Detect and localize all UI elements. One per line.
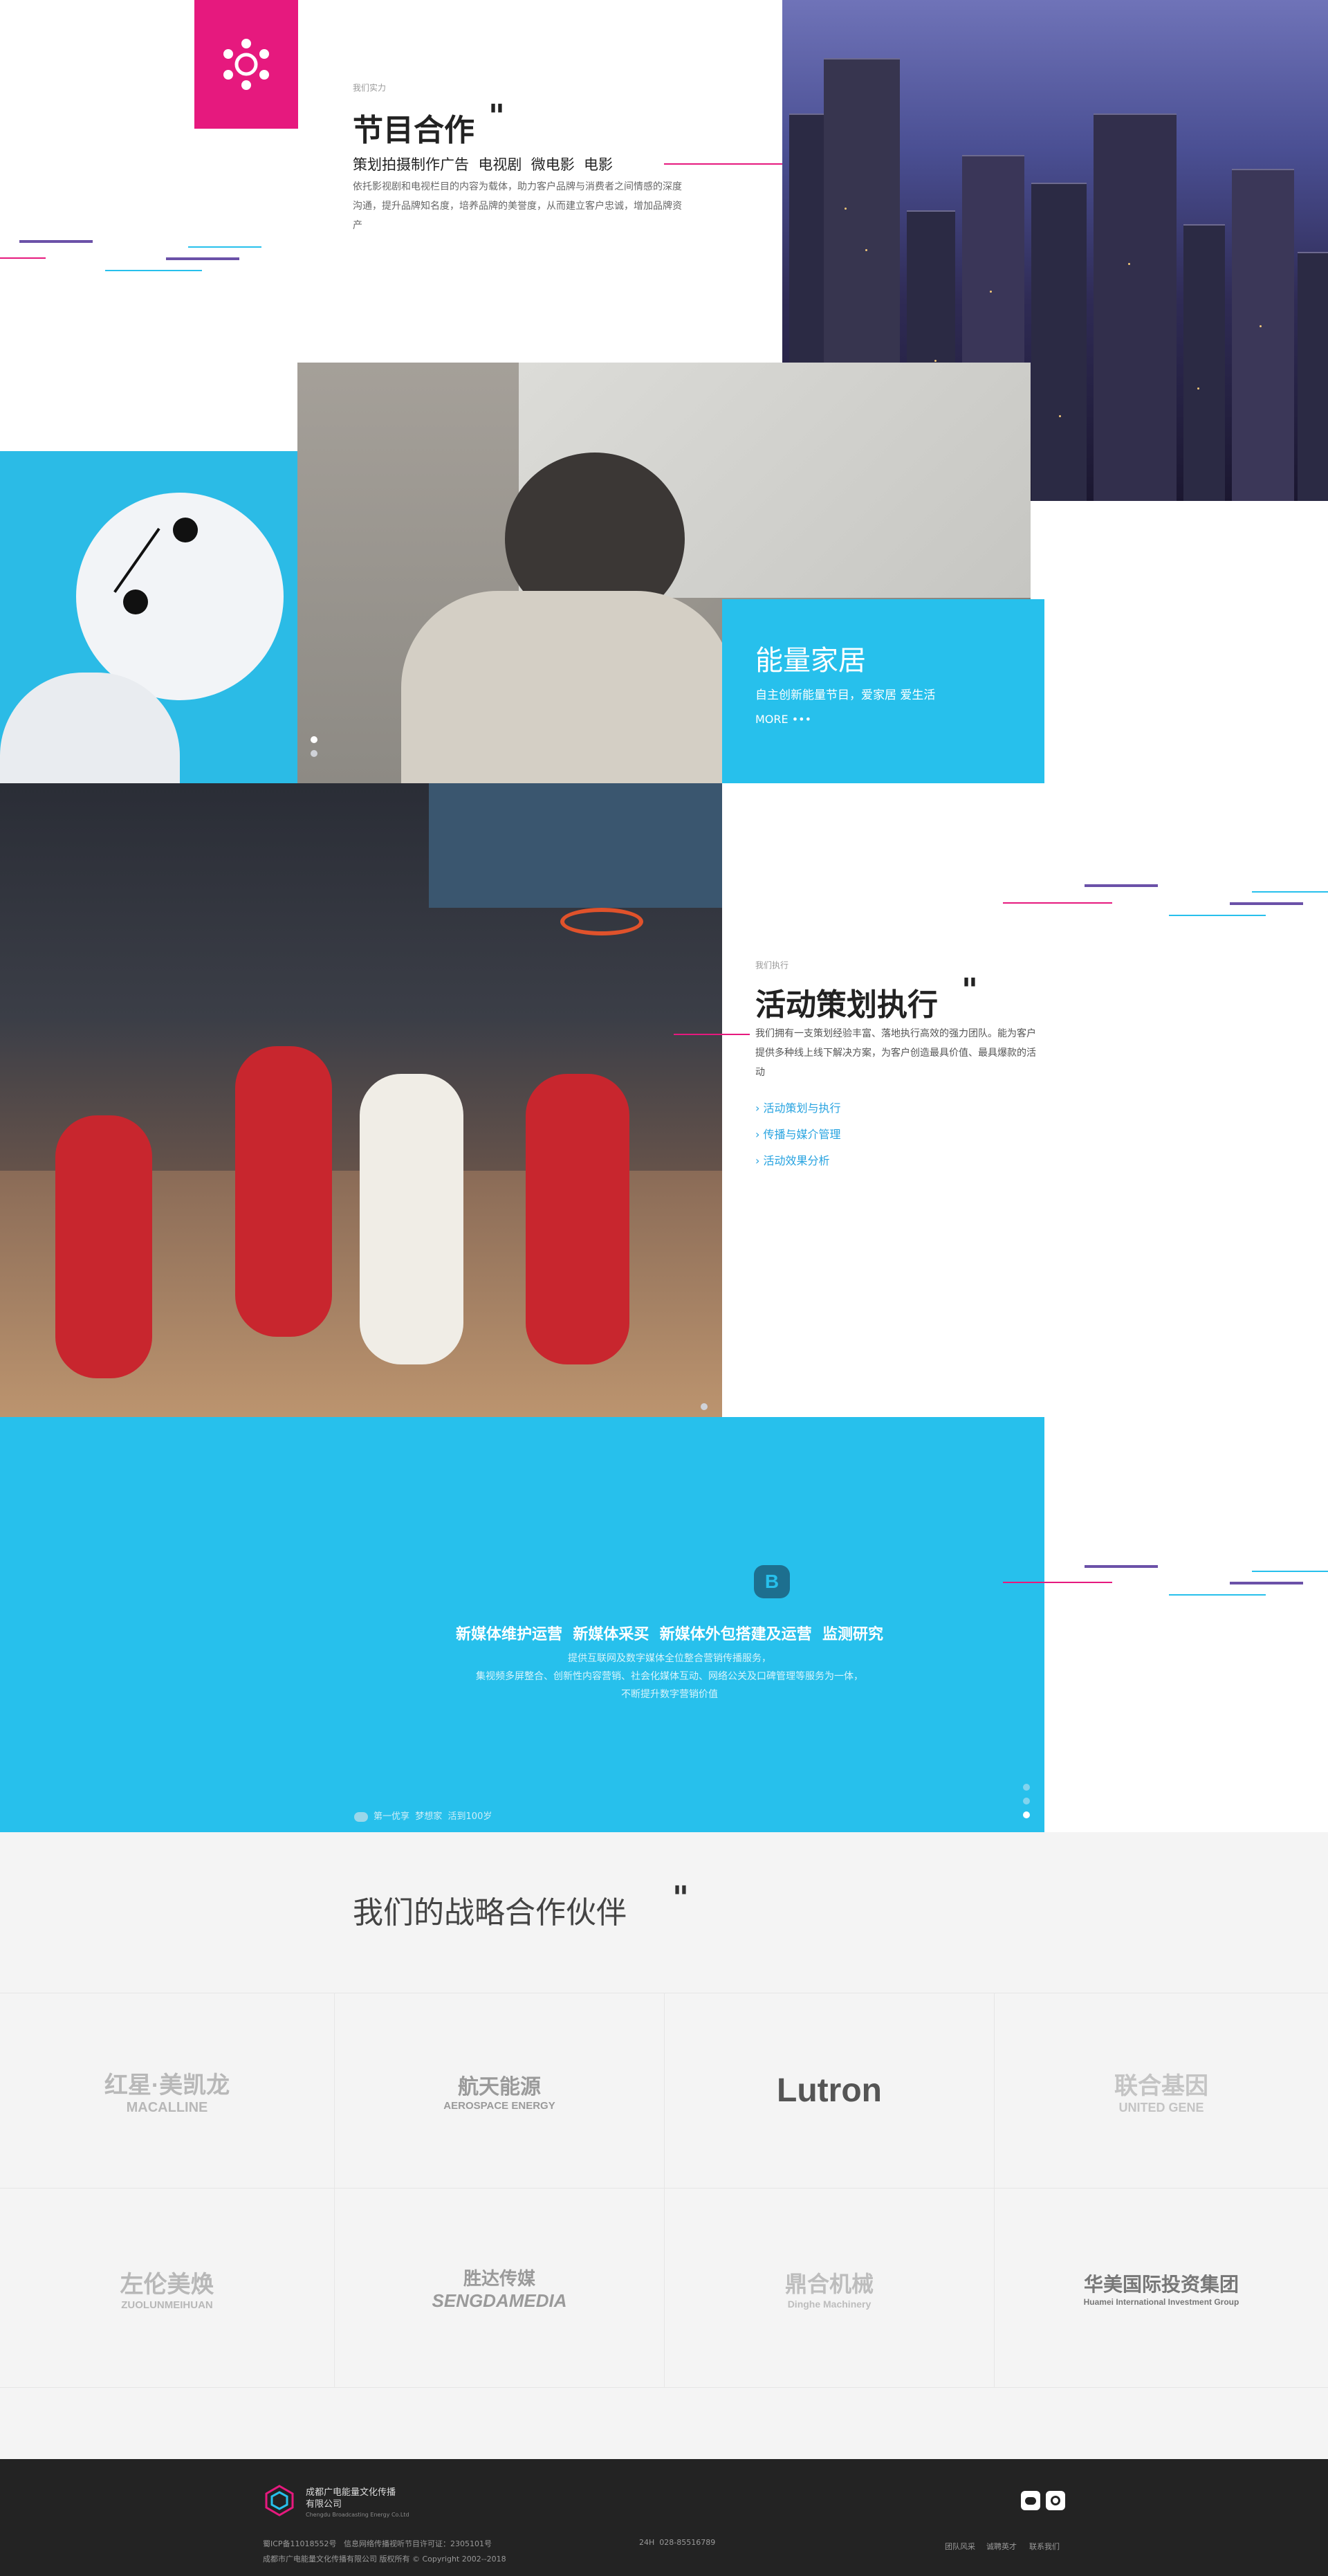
deco-line <box>1252 891 1328 893</box>
quote-icon: " <box>672 1879 689 1917</box>
deco-line <box>166 257 239 260</box>
network-icon <box>223 39 269 90</box>
deco-line <box>1085 884 1158 887</box>
partner-logo-sengda[interactable]: 胜达传媒 SENGDAMEDIA <box>335 2189 665 2388</box>
quote-icon: " <box>961 971 978 1009</box>
partner-logo-dinghe[interactable]: 鼎合机械 Dinghe Machinery <box>665 2189 995 2388</box>
event-link-label: 活动策划与执行 <box>763 1102 841 1115</box>
media-line: 集视频多屏整合、创新性内容营销、社会化媒体互动、网络公关及口碑管理等服务为一体， <box>476 1671 863 1682</box>
deco-line <box>1003 902 1112 904</box>
company-name: 成都广电能量文化传播有限公司 <box>306 2487 396 2510</box>
logo-name: 左伦美焕 <box>120 2271 214 2298</box>
deco-line <box>105 270 202 271</box>
program-title: 节目合作 <box>353 113 474 148</box>
logo-sub: UNITED GENE <box>1118 2100 1204 2114</box>
icp-text: 蜀ICP备11018552号 信息网络传播视听节目许可证：2305101号 <box>263 2539 492 2548</box>
deco-line <box>1252 1571 1328 1572</box>
event-title: 活动策划执行 <box>755 987 938 1023</box>
partner-logo-unitedgene[interactable]: 联合基因 UNITED GENE <box>995 1993 1328 2189</box>
logo-sub: SENGDAMEDIA <box>432 2290 567 2311</box>
logo-name: 联合基因 <box>1114 2072 1208 2099</box>
program-eyebrow: 我们实力 <box>353 83 387 93</box>
partner-logo-macalline[interactable]: 红星·美凯龙 MACALLINE <box>0 1993 335 2189</box>
logo-name: 鼎合机械 <box>784 2271 874 2296</box>
footer-note-text: 第一优享 梦想家 活到100岁 <box>374 1811 492 1822</box>
deco-line <box>1169 1594 1266 1596</box>
deco-line <box>1230 902 1303 905</box>
quote-icon: " <box>488 98 505 135</box>
event-link-planning[interactable]: › 活动策划与执行 <box>755 1099 841 1115</box>
footer <box>0 2459 1328 2576</box>
logo-sub: MACALLINE <box>126 2099 208 2115</box>
copyright-text: 成都市广电能量文化传播有限公司 版权所有 © Copyright 2002--2… <box>263 2555 506 2564</box>
program-desc: 依托影视剧和电视栏目的内容为载体，助力客户品牌与消费者之间情感的深度沟通，提升品… <box>353 181 682 231</box>
logo-name: 华美国际投资集团 <box>1083 2273 1239 2295</box>
partner-logo-huamei[interactable]: 华美国际投资集团 Huamei International Investment … <box>995 2189 1328 2388</box>
program-subtitle: 策划拍摄制作广告 电视剧 微电影 电影 <box>353 156 614 173</box>
wechat-note: 第一优享 梦想家 活到100岁 <box>354 1809 492 1822</box>
deco-line <box>1169 915 1266 916</box>
logo-name: 胜达传媒 <box>463 2267 535 2289</box>
event-link-media[interactable]: › 传播与媒介管理 <box>755 1125 841 1142</box>
hexagon-logo-icon <box>265 2485 294 2516</box>
deco-line <box>0 257 46 259</box>
partner-logo-lutron[interactable]: Lutron <box>665 1993 995 2189</box>
wechat-icon <box>354 1811 368 1822</box>
logo-sub: AEROSPACE ENERGY <box>443 2100 555 2112</box>
blogger-icon: B <box>754 1565 790 1598</box>
event-link-label: 活动效果分析 <box>763 1154 830 1167</box>
program-icon-tile <box>194 0 298 129</box>
media-line: 提供互联网及数字媒体全位整合营销传播服务， <box>568 1653 771 1664</box>
deco-line <box>188 246 261 248</box>
logo-sub: Dinghe Machinery <box>787 2298 872 2310</box>
partners-title: 我们的战略合作伙伴 <box>353 1895 627 1930</box>
weibo-button[interactable] <box>1046 2491 1065 2510</box>
event-link-analysis[interactable]: › 活动效果分析 <box>755 1151 830 1168</box>
wechat-icon <box>1025 2496 1036 2505</box>
slider-dots[interactable] <box>311 736 317 764</box>
pink-divider <box>674 1034 750 1035</box>
partner-logo-zuolun[interactable]: 左伦美焕 ZUOLUNMEIHUAN <box>0 2189 335 2388</box>
home-title: 能量家居 <box>755 645 866 677</box>
footer-link-team[interactable]: 团队风采 <box>945 2541 975 2552</box>
slider-dots[interactable] <box>1023 1784 1030 1825</box>
event-link-label: 传播与媒介管理 <box>763 1128 841 1141</box>
company-name-en: Chengdu Broadcasting Energy Co.Ltd <box>306 2512 409 2518</box>
wechat-button[interactable] <box>1021 2491 1040 2510</box>
hotline-text: 24H 028-85516789 <box>639 2538 716 2547</box>
logo-sub: Huamei International Investment Group <box>1083 2296 1239 2307</box>
footer-link-contact[interactable]: 联系我们 <box>1029 2541 1060 2552</box>
footer-link-jobs[interactable]: 诚聘英才 <box>986 2541 1017 2552</box>
deco-line <box>19 240 93 243</box>
logo-name: 红星·美凯龙 <box>104 2072 230 2099</box>
event-desc: 我们拥有一支策划经验丰富、落地执行高效的强力团队。能为客户提供多种线上线下解决方… <box>755 1028 1036 1078</box>
home-more-link[interactable]: MORE ••• <box>755 713 811 726</box>
robot-character-image <box>0 451 297 783</box>
basketball-game-image <box>0 783 722 1452</box>
deco-line <box>1230 1582 1303 1584</box>
media-line: 不断提升数字营销价值 <box>621 1689 718 1700</box>
home-subtitle: 自主创新能量节目，爱家居 爱生活 <box>755 688 936 702</box>
weibo-icon <box>1051 2496 1060 2505</box>
logo-name: 航天能源 <box>457 2076 541 2099</box>
deco-line <box>1085 1565 1158 1568</box>
logo-name: Lutron <box>777 2072 882 2109</box>
logo-sub: ZUOLUNMEIHUAN <box>121 2299 213 2311</box>
deco-line <box>1003 1582 1112 1583</box>
event-eyebrow: 我们执行 <box>755 960 789 970</box>
company-logo[interactable] <box>263 2484 296 2517</box>
media-headline: 新媒体维护运营 新媒体采买 新媒体外包搭建及运营 监测研究 <box>456 1626 883 1643</box>
partner-logo-aerospace[interactable]: 航天能源 AEROSPACE ENERGY <box>335 1993 665 2189</box>
